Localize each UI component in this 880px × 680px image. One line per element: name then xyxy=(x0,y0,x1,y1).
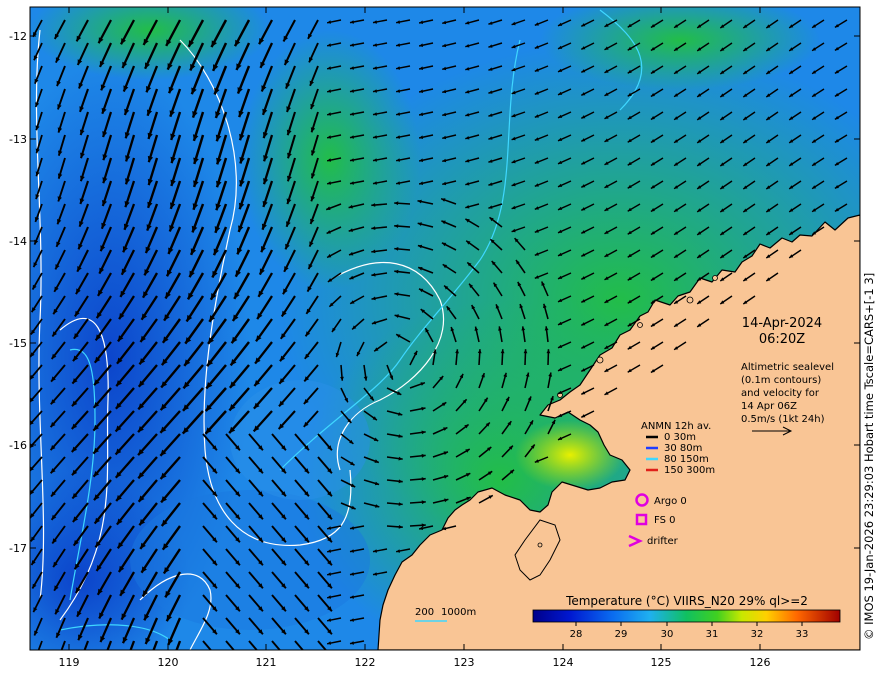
bathy-200-label: 200 xyxy=(415,607,434,618)
altimetry-line: and velocity for xyxy=(741,388,820,399)
velocity-arrowhead xyxy=(146,661,151,667)
lon-label: 125 xyxy=(651,656,672,669)
colorbar-tick: 30 xyxy=(661,629,674,640)
colorbar-scale xyxy=(532,609,841,623)
colorbar-tick: 29 xyxy=(615,629,628,640)
velocity-arrowhead xyxy=(212,652,217,657)
velocity-arrowhead xyxy=(327,652,332,657)
lat-label: -17 xyxy=(9,542,27,555)
bathy-1000-label: 1000m xyxy=(441,607,476,618)
velocity-arrowhead xyxy=(101,660,106,666)
altimetry-line: 0.5m/s (1kt 24h) xyxy=(741,414,825,425)
legend-title: ANMN 12h av. xyxy=(641,421,711,432)
lat-label: -13 xyxy=(9,133,27,146)
velocity-arrowhead xyxy=(281,652,286,657)
lon-label: 122 xyxy=(355,656,376,669)
map-date: 14-Apr-2024 xyxy=(742,316,822,331)
legend-depth-label: 150 300m xyxy=(664,465,715,476)
lat-label: -14 xyxy=(9,235,27,248)
map-time: 06:20Z xyxy=(759,332,805,347)
velocity-arrowhead xyxy=(304,652,309,657)
altimetry-line: (0.1m contours) xyxy=(741,375,821,386)
velocity-arrowhead xyxy=(124,661,129,667)
lon-label: 120 xyxy=(158,656,179,669)
fs-label: FS 0 xyxy=(654,515,675,526)
altimetry-line: Altimetric sealevel xyxy=(741,362,834,373)
velocity-arrowhead xyxy=(35,654,39,659)
lon-label: 119 xyxy=(59,656,80,669)
colorbar-tick: 31 xyxy=(706,629,719,640)
legend-depth-label: 80 150m xyxy=(664,454,709,465)
lon-label: 126 xyxy=(750,656,771,669)
velocity-arrowhead xyxy=(235,652,240,657)
colorbar-tick: 28 xyxy=(570,629,583,640)
velocity-arrowhead xyxy=(79,658,84,664)
colorbar-tick: 33 xyxy=(796,629,809,640)
colorbar-tick: 32 xyxy=(751,629,764,640)
argo-label: Argo 0 xyxy=(654,496,687,507)
drifter-label: drifter xyxy=(647,536,679,547)
lat-label: -12 xyxy=(9,30,27,43)
lat-label: -16 xyxy=(9,439,27,452)
lon-label: 121 xyxy=(256,656,277,669)
map-figure: -12 -13 -14 -15 -16 -17 119 120 121 122 … xyxy=(9,6,861,669)
credit-text: © IMOS 19-Jan-2026 23:29:03 Hobart time … xyxy=(862,272,876,640)
lon-label: 123 xyxy=(454,656,475,669)
altimetry-line: 14 Apr 06Z xyxy=(741,401,797,412)
lat-label: -15 xyxy=(9,337,27,350)
colorbar-title: Temperature (°C) VIIRS_N20 29% ql>=2 xyxy=(565,594,808,608)
legend-depth-label: 0 30m xyxy=(664,432,696,443)
legend-depth-label: 30 80m xyxy=(664,443,702,454)
lon-label: 124 xyxy=(553,656,574,669)
